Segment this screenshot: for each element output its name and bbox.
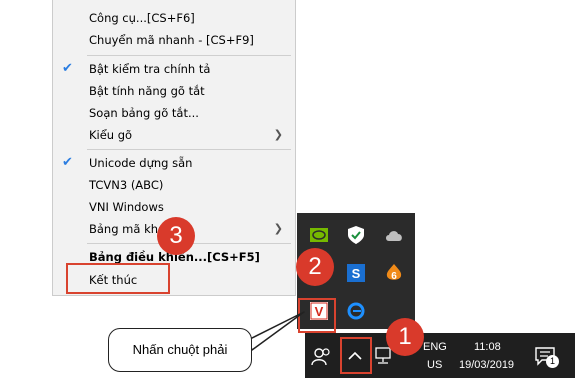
clock-date[interactable]: 19/03/2019 — [459, 359, 514, 371]
menu-item-quick-convert[interactable]: Chuyển mã nhanh - [CS+F9] — [53, 29, 295, 51]
menu-item-edit-shorthand[interactable]: Soạn bảng gõ tắt... — [53, 102, 295, 124]
menu-item-label: Chuyển mã nhanh - [CS+F9] — [89, 33, 254, 47]
highlight-chevron-box — [340, 337, 372, 374]
svg-text:6: 6 — [391, 271, 397, 282]
input-language-bottom[interactable]: US — [427, 359, 442, 371]
menu-item-spellcheck[interactable]: ✔ Bật kiểm tra chính tả — [53, 58, 295, 80]
defender-shield-icon[interactable] — [342, 221, 370, 249]
chevron-right-icon: ❯ — [273, 222, 283, 235]
people-icon[interactable] — [309, 343, 335, 369]
checkmark-icon: ✔ — [62, 61, 73, 76]
highlight-exit-box — [66, 263, 170, 294]
menu-item-unicode[interactable]: ✔ Unicode dựng sẵn — [53, 152, 295, 174]
sync-s-icon[interactable]: S — [342, 259, 370, 287]
menu-separator — [87, 55, 291, 56]
menu-item-label: Kiểu gõ — [89, 128, 133, 142]
step-2-marker: 2 — [296, 248, 334, 286]
notification-count-badge: 1 — [546, 355, 559, 368]
menu-item-label: VNI Windows — [89, 200, 164, 214]
menu-item-tools[interactable]: Công cụ...[CS+F6] — [53, 7, 295, 29]
step-3-marker: 3 — [157, 217, 195, 255]
step-1-marker: 1 — [386, 318, 424, 356]
menu-item-label: Soạn bảng gõ tắt... — [89, 106, 199, 120]
chevron-right-icon: ❯ — [273, 128, 283, 141]
flame-6-icon[interactable]: 6 — [380, 259, 408, 287]
menu-item-label: Công cụ...[CS+F6] — [89, 11, 195, 25]
callout-right-click: Nhấn chuột phải — [108, 328, 252, 372]
menu-item-shorthand[interactable]: Bật tính năng gõ tắt — [53, 80, 295, 102]
menu-item-vni[interactable]: VNI Windows — [53, 196, 295, 218]
edge-browser-icon[interactable] — [342, 297, 370, 325]
menu-item-tcvn3[interactable]: TCVN3 (ABC) — [53, 174, 295, 196]
menu-item-label: Bật kiểm tra chính tả — [89, 62, 211, 76]
svg-text:S: S — [352, 266, 361, 281]
clock-time[interactable]: 11:08 — [474, 341, 501, 353]
nvidia-icon[interactable] — [305, 221, 333, 249]
menu-item-label: TCVN3 (ABC) — [89, 178, 164, 192]
menu-item-label: Bật tính năng gõ tắt — [89, 84, 205, 98]
menu-separator — [87, 149, 291, 150]
input-language-top[interactable]: ENG — [423, 341, 447, 353]
checkmark-icon: ✔ — [62, 155, 73, 170]
onedrive-cloud-icon[interactable] — [380, 221, 408, 249]
menu-item-input-method[interactable]: Kiểu gõ ❯ — [53, 124, 295, 146]
menu-item-label: Unicode dựng sẵn — [89, 156, 193, 170]
